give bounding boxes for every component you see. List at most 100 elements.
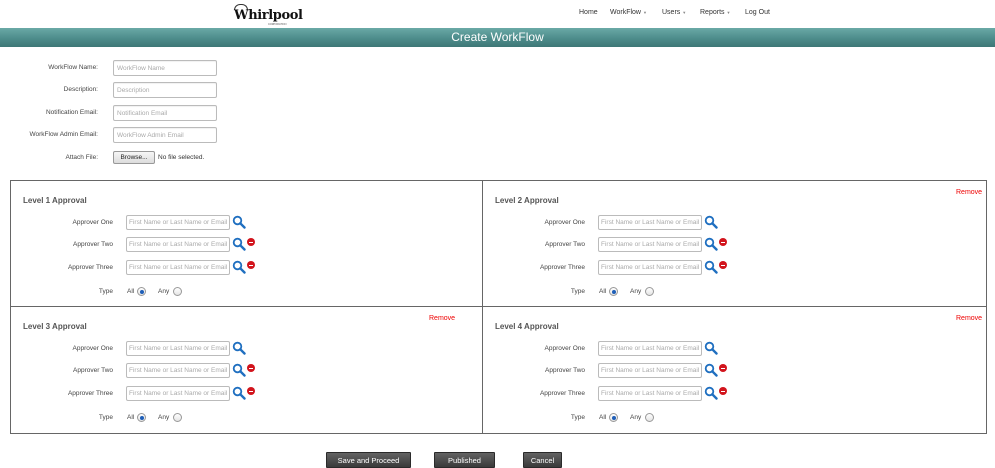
search-icon[interactable] [232, 386, 246, 400]
approver-input[interactable] [126, 237, 230, 252]
type-any-label: Any [158, 414, 170, 421]
logo-subtext: CORPORATION [268, 23, 287, 26]
remove-approver-icon[interactable] [247, 261, 255, 269]
nav-users-label: Users [662, 9, 681, 16]
browse-button[interactable]: Browse... [113, 151, 155, 164]
type-any-radio[interactable] [645, 287, 654, 296]
search-icon[interactable] [232, 215, 246, 229]
approver-label: Approver Two [545, 367, 585, 374]
type-any-radio[interactable] [645, 413, 654, 422]
search-icon[interactable] [704, 341, 718, 355]
approver-row: Approver Two [11, 237, 311, 253]
remove-level-link[interactable]: Remove [429, 315, 455, 322]
page-title: Create WorkFlow [451, 30, 544, 44]
level-title: Level 2 Approval [495, 196, 559, 205]
search-icon[interactable] [704, 386, 718, 400]
nav-reports[interactable]: Reports ▼ [700, 9, 730, 16]
level-3-panel: Level 3 Approval Remove Approver One Appr… [11, 307, 483, 433]
search-icon[interactable] [704, 237, 718, 251]
nav-users[interactable]: Users ▼ [662, 9, 686, 16]
approver-label: Approver Two [545, 241, 585, 248]
published-button[interactable]: Published [434, 452, 495, 468]
level-title: Level 4 Approval [495, 322, 559, 331]
search-icon[interactable] [232, 260, 246, 274]
notification-email-label: Notification Email: [45, 109, 98, 116]
search-icon[interactable] [232, 363, 246, 377]
approver-label: Approver One [72, 345, 113, 352]
nav-workflow[interactable]: WorkFlow ▼ [610, 9, 647, 16]
file-status: No file selected. [158, 154, 205, 161]
search-icon[interactable] [704, 363, 718, 377]
level-1-panel: Level 1 Approval Approver One Approver T… [11, 181, 483, 307]
remove-approver-icon[interactable] [247, 238, 255, 246]
type-row: Type All Any [11, 412, 311, 424]
approver-input[interactable] [598, 341, 702, 356]
remove-approver-icon[interactable] [719, 387, 727, 395]
approver-label: Approver Three [539, 264, 585, 271]
approver-input[interactable] [126, 215, 230, 230]
approver-row: Approver Two [11, 363, 311, 379]
approver-label: Approver One [544, 345, 585, 352]
search-icon[interactable] [232, 341, 246, 355]
remove-approver-icon[interactable] [719, 238, 727, 246]
admin-email-label: WorkFlow Admin Email: [29, 131, 98, 138]
workflow-name-input[interactable] [113, 60, 217, 76]
approver-row: Approver Three [11, 260, 311, 276]
search-icon[interactable] [704, 215, 718, 229]
type-label: Type [98, 288, 113, 295]
nav-reports-label: Reports [700, 9, 725, 16]
main-nav: Home WorkFlow ▼ Users ▼ Reports ▼ Log Out [0, 9, 995, 21]
type-all-radio[interactable] [609, 287, 618, 296]
remove-level-link[interactable]: Remove [956, 315, 982, 322]
approver-row: Approver Two [483, 237, 783, 253]
level-4-panel: Level 4 Approval Remove Approver One Appr… [483, 307, 986, 433]
type-row: Type All Any [483, 286, 783, 298]
type-row: Type All Any [11, 286, 311, 298]
type-all-radio[interactable] [137, 413, 146, 422]
admin-email-row: WorkFlow Admin Email: [0, 127, 260, 144]
approver-row: Approver Three [11, 386, 311, 402]
notification-email-input[interactable] [113, 105, 217, 121]
chevron-down-icon: ▼ [726, 9, 731, 15]
approver-label: Approver Three [539, 390, 585, 397]
approver-row: Approver One [11, 215, 311, 231]
type-any-radio[interactable] [173, 413, 182, 422]
remove-approver-icon[interactable] [247, 387, 255, 395]
nav-home[interactable]: Home [579, 9, 598, 16]
approver-input[interactable] [126, 341, 230, 356]
nav-logout[interactable]: Log Out [745, 9, 770, 16]
type-all-radio[interactable] [609, 413, 618, 422]
admin-email-input[interactable] [113, 127, 217, 143]
remove-approver-icon[interactable] [719, 364, 727, 372]
description-input[interactable] [113, 82, 217, 98]
title-band: Create WorkFlow [0, 28, 995, 47]
approver-input[interactable] [598, 363, 702, 378]
type-any-radio[interactable] [173, 287, 182, 296]
save-and-proceed-button[interactable]: Save and Proceed [326, 452, 411, 468]
remove-approver-icon[interactable] [247, 364, 255, 372]
approver-input[interactable] [598, 237, 702, 252]
approver-input[interactable] [126, 363, 230, 378]
approver-input[interactable] [598, 386, 702, 401]
type-label: Type [570, 414, 585, 421]
cancel-button[interactable]: Cancel [523, 452, 562, 468]
approver-input[interactable] [126, 260, 230, 275]
type-row: Type All Any [483, 412, 783, 424]
search-icon[interactable] [232, 237, 246, 251]
approver-label: Approver One [544, 219, 585, 226]
approver-input[interactable] [126, 386, 230, 401]
type-all-label: All [127, 288, 135, 295]
remove-approver-icon[interactable] [719, 261, 727, 269]
approver-row: Approver One [483, 215, 783, 231]
attach-file-label: Attach File: [65, 154, 98, 161]
chevron-down-icon: ▼ [642, 9, 647, 15]
approver-input[interactable] [598, 215, 702, 230]
nav-workflow-label: WorkFlow [610, 9, 641, 16]
level-title: Level 3 Approval [23, 322, 87, 331]
search-icon[interactable] [704, 260, 718, 274]
type-all-radio[interactable] [137, 287, 146, 296]
approver-input[interactable] [598, 260, 702, 275]
approver-row: Approver One [11, 341, 311, 357]
remove-level-link[interactable]: Remove [956, 189, 982, 196]
workflow-name-label: WorkFlow Name: [48, 64, 98, 71]
